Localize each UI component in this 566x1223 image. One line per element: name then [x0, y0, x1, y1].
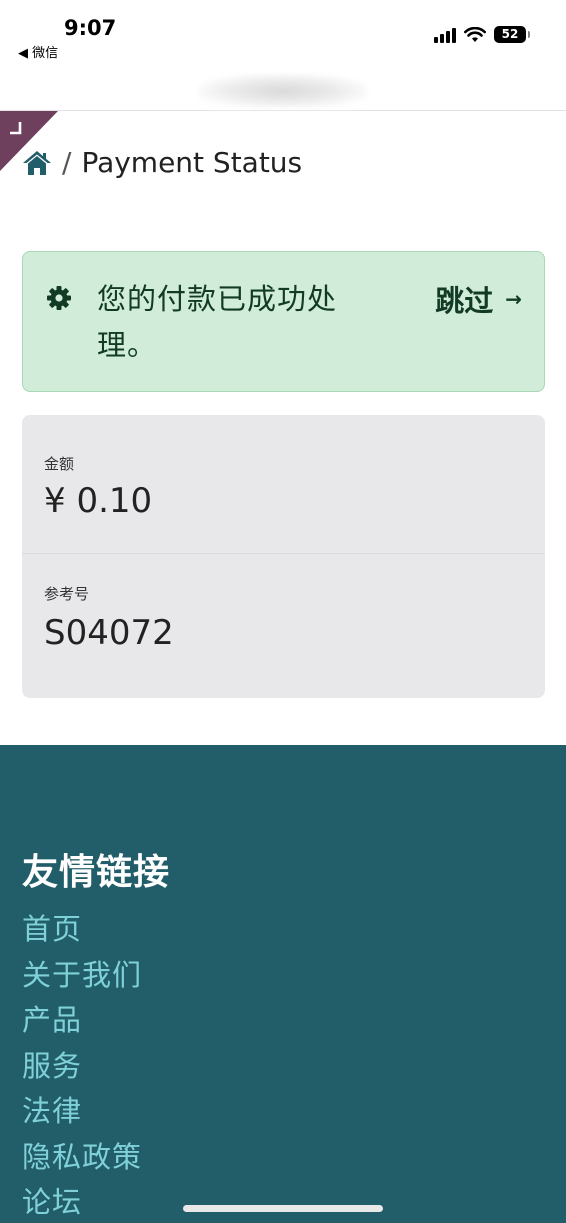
footer-link-legal[interactable]: 法律: [22, 1089, 142, 1135]
home-indicator[interactable]: [183, 1205, 383, 1212]
reference-label: 参考号: [44, 585, 90, 603]
skip-link[interactable]: 跳过 →: [435, 278, 522, 320]
home-icon[interactable]: [22, 149, 52, 177]
payment-success-alert: 您的付款已成功处理。 跳过 →: [22, 251, 545, 392]
footer: 友情链接 首页 关于我们 产品 服务 法律 隐私政策 论坛: [0, 745, 566, 1223]
card-divider: [22, 553, 545, 554]
battery-icon: 52: [494, 26, 530, 43]
breadcrumb-separator: /: [62, 146, 72, 179]
blurred-url: [198, 74, 368, 108]
skip-label: 跳过: [435, 284, 494, 318]
footer-link-forum[interactable]: 论坛: [22, 1180, 142, 1223]
footer-link-products[interactable]: 产品: [22, 998, 142, 1044]
footer-link-about[interactable]: 关于我们: [22, 953, 142, 999]
wifi-icon: [464, 26, 486, 42]
amount-label: 金额: [44, 455, 75, 473]
payment-details-card: 金额 ¥ 0.10 参考号 S04072: [22, 415, 545, 698]
arrow-right-icon: →: [505, 287, 522, 311]
reference-value: S04072: [44, 613, 174, 653]
footer-link-home[interactable]: 首页: [22, 907, 142, 953]
address-bar: [0, 66, 566, 111]
breadcrumb-current: Payment Status: [81, 146, 303, 179]
back-to-app-link[interactable]: ◀ 微信: [18, 42, 58, 61]
footer-links: 首页 关于我们 产品 服务 法律 隐私政策 论坛: [22, 907, 142, 1223]
breadcrumb: / Payment Status: [22, 146, 302, 179]
footer-title: 友情链接: [22, 852, 171, 893]
amount-value: ¥ 0.10: [44, 481, 153, 521]
clock: 9:07: [64, 16, 117, 40]
status-icons: 52: [434, 26, 530, 43]
gear-icon: [47, 286, 71, 310]
cellular-signal-icon: [434, 27, 456, 43]
alert-message: 您的付款已成功处理。: [97, 282, 338, 362]
footer-link-privacy[interactable]: 隐私政策: [22, 1135, 142, 1181]
footer-link-services[interactable]: 服务: [22, 1044, 142, 1090]
status-bar: 9:07 ◀ 微信 52: [0, 0, 566, 66]
